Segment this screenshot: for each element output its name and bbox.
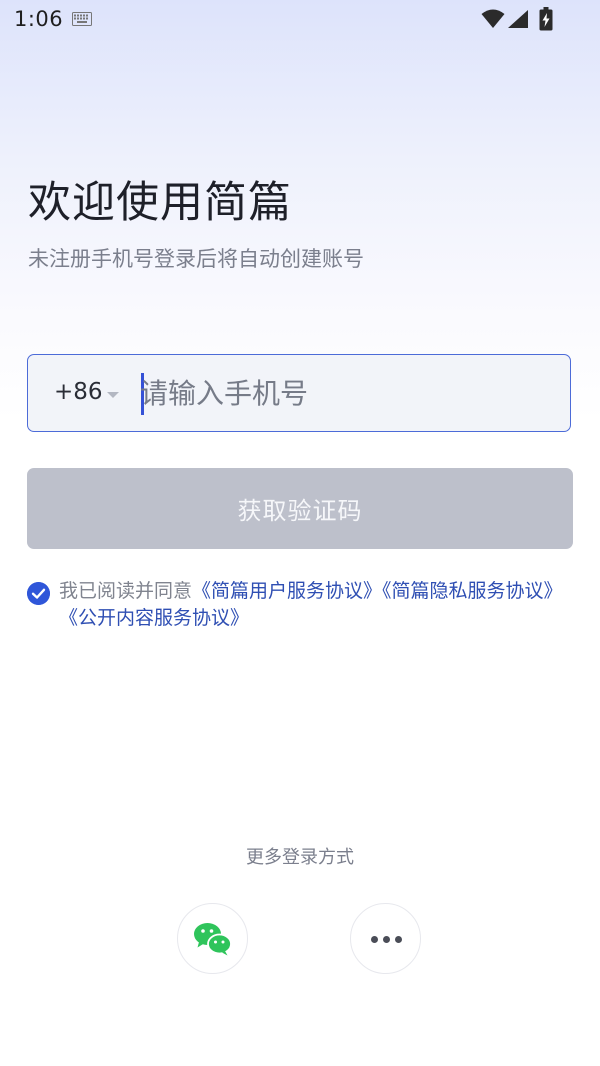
battery-charging-icon — [539, 7, 553, 31]
agreement-prefix: 我已阅读并同意 — [59, 580, 193, 602]
page-title: 欢迎使用简篇 — [28, 178, 292, 228]
user-agreement-link[interactable]: 《简篇用户服务协议》 — [192, 580, 382, 602]
wifi-icon — [481, 9, 505, 28]
get-code-button[interactable]: 获取验证码 — [27, 468, 573, 549]
status-bar: 1:06 — [0, 0, 600, 40]
phone-input-box: +86 — [27, 354, 571, 432]
agreement-checkbox[interactable] — [27, 582, 50, 605]
agreement-text: 我已阅读并同意《简篇用户服务协议》《简篇隐私服务协议》《公开内容服务协议》 — [59, 578, 567, 632]
chevron-down-icon[interactable] — [107, 392, 119, 398]
wechat-icon — [194, 923, 232, 956]
more-dots-icon — [371, 936, 403, 944]
privacy-agreement-link[interactable]: 《简篇隐私服务协议》 — [382, 580, 563, 602]
more-login-label: 更多登录方式 — [246, 847, 354, 868]
country-code-selector[interactable]: +86 — [54, 379, 103, 405]
phone-input[interactable] — [140, 368, 550, 418]
public-content-agreement-link[interactable]: 《公开内容服务协议》 — [59, 607, 249, 629]
status-time: 1:06 — [14, 7, 64, 31]
keyboard-icon — [72, 12, 92, 26]
more-login-options-button[interactable] — [350, 903, 421, 974]
signal-icon — [508, 10, 528, 28]
page-subtitle: 未注册手机号登录后将自动创建账号 — [28, 247, 364, 271]
wechat-login-button[interactable] — [177, 903, 248, 974]
